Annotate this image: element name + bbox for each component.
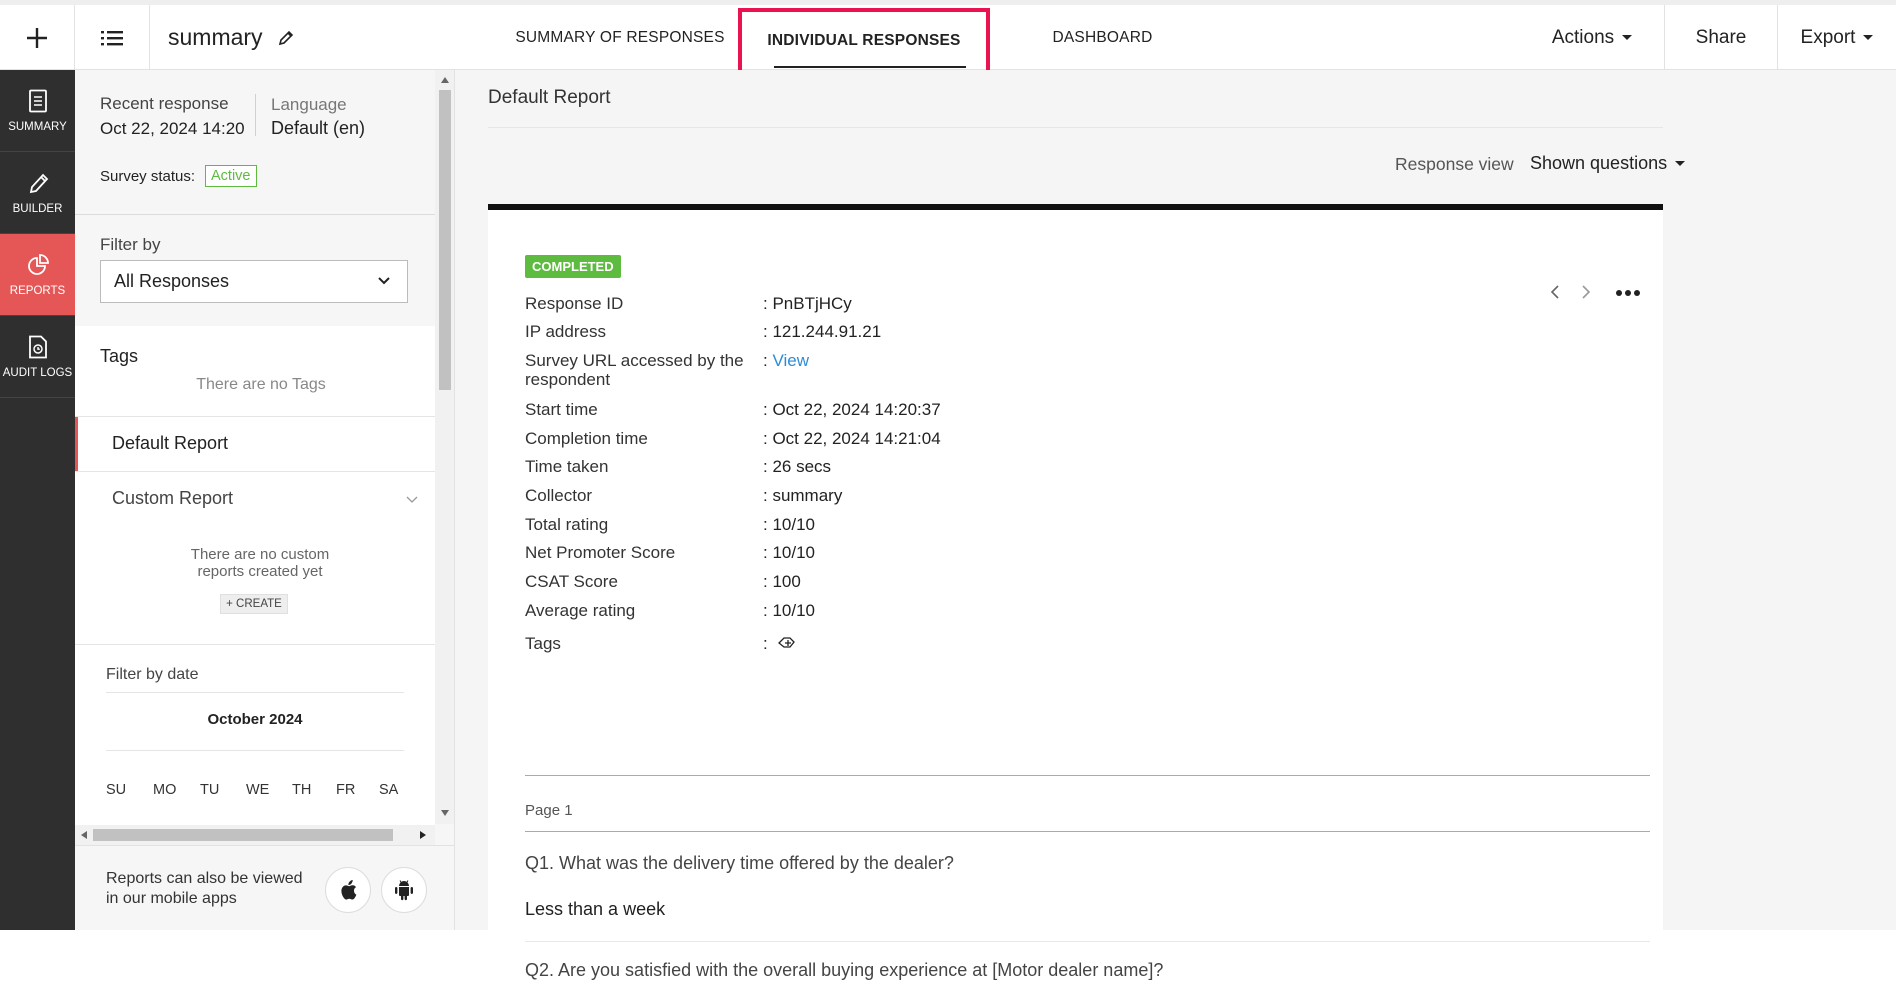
language-value: Default (en) (271, 118, 366, 138)
scroll-thumb[interactable] (439, 90, 451, 390)
divider (488, 127, 1663, 128)
document-icon (28, 89, 47, 112)
plus-icon (27, 27, 47, 48)
weekday: MO (153, 782, 177, 798)
page-divider-bottom (525, 831, 1650, 832)
actions-dropdown[interactable]: Actions (1520, 5, 1664, 70)
custom-report-toggle[interactable]: Custom Report (75, 472, 435, 524)
share-button[interactable]: Share (1664, 5, 1777, 70)
scroll-down-icon (441, 810, 449, 816)
survey-title: summary (168, 5, 295, 70)
mobile-apps-section: Reports can also be viewed in our mobile… (75, 845, 454, 930)
rail-item-reports[interactable]: REPORTS (0, 234, 75, 316)
android-app-button[interactable] (381, 867, 427, 913)
recent-response-value: Oct 22, 2024 14:20 (100, 119, 245, 138)
view-url-link[interactable]: View (772, 351, 809, 370)
left-nav-rail: SUMMARY BUILDER REPORTS AUDIT LOGS (0, 70, 75, 930)
divider (75, 644, 435, 645)
more-horizontal-icon (1616, 290, 1640, 296)
more-options-button[interactable] (1615, 284, 1641, 302)
rail-item-builder[interactable]: BUILDER (0, 152, 75, 234)
add-button[interactable] (0, 5, 75, 70)
android-icon (395, 880, 413, 901)
question-2: Q2. Are you satisfied with the overall b… (525, 960, 1164, 980)
add-tag-icon[interactable] (778, 635, 796, 651)
ios-app-button[interactable] (325, 867, 371, 913)
previous-response-button[interactable] (1550, 284, 1560, 305)
tab-summary-of-responses[interactable]: SUMMARY OF RESPONSES (505, 5, 735, 70)
pencil-icon (29, 173, 48, 193)
filter-select[interactable]: All Responses (100, 260, 408, 303)
divider (106, 750, 404, 751)
calendar-weekdays: SU MO TU WE TH FR SA (106, 782, 426, 798)
weekday: TU (200, 782, 220, 798)
page-label: Page 1 (525, 802, 573, 819)
scroll-up-icon (441, 77, 449, 83)
response-card: COMPLETED Response ID: PnBTjHCy IP addre… (488, 204, 1663, 980)
create-report-button[interactable]: + CREATE (220, 594, 288, 614)
scroll-right-icon (420, 831, 426, 839)
custom-empty-text: There are no custom reports created yet (190, 546, 330, 580)
survey-info: Recent response Oct 22, 2024 14:20 Langu… (75, 70, 435, 215)
language-label: Language (271, 95, 347, 114)
page-divider-top (525, 775, 1650, 776)
caret-down-icon (1675, 161, 1686, 166)
chevron-right-icon (1582, 285, 1591, 299)
report-item-default[interactable]: Default Report (75, 417, 435, 471)
recent-response-label: Recent response (100, 94, 229, 113)
divider (255, 94, 256, 136)
weekday: SA (379, 782, 399, 798)
menu-button[interactable] (75, 5, 150, 70)
weekday: WE (246, 782, 270, 798)
report-title: Default Report (488, 87, 611, 108)
status-badge: COMPLETED (525, 255, 621, 278)
horizontal-scrollbar[interactable] (75, 825, 435, 845)
main-content: Default Report Response view Shown quest… (455, 70, 1896, 980)
report-side-panel: Recent response Oct 22, 2024 14:20 Langu… (75, 70, 455, 930)
list-menu-icon (101, 30, 123, 45)
next-response-button[interactable] (1581, 284, 1591, 305)
audit-log-icon (28, 335, 47, 358)
export-dropdown[interactable]: Export (1777, 5, 1896, 70)
mobile-apps-text: Reports can also be viewed in our mobile… (106, 870, 303, 907)
chevron-down-icon (378, 277, 390, 285)
response-view-label: Response view (1395, 154, 1514, 174)
pie-chart-icon (27, 253, 49, 275)
weekday: SU (106, 782, 127, 798)
filter-by-label: Filter by (100, 235, 161, 254)
caret-down-icon (1863, 35, 1874, 40)
chevron-down-icon (406, 496, 418, 503)
rail-item-summary[interactable]: SUMMARY (0, 70, 75, 152)
caret-down-icon (1622, 35, 1633, 40)
status-badge: Active (205, 165, 257, 187)
divider (106, 692, 404, 693)
tags-title: Tags (100, 346, 139, 366)
weekday: TH (292, 782, 312, 798)
active-tab-underline (774, 66, 966, 68)
scroll-left-icon (81, 831, 87, 839)
survey-status-label: Survey status: (100, 168, 196, 185)
pencil-icon[interactable] (277, 29, 295, 47)
scroll-thumb[interactable] (93, 829, 393, 841)
tags-empty-text: There are no Tags (196, 376, 326, 393)
apple-icon (341, 880, 357, 900)
date-filter-label: Filter by date (106, 666, 199, 683)
divider (525, 941, 1650, 942)
response-view-dropdown[interactable]: Shown questions (1530, 153, 1686, 174)
question-1: Q1. What was the delivery time offered b… (525, 853, 954, 873)
tab-dashboard[interactable]: DASHBOARD (1020, 5, 1185, 70)
rail-item-audit-logs[interactable]: AUDIT LOGS (0, 316, 75, 398)
weekday: FR (336, 782, 356, 798)
chevron-left-icon (1550, 285, 1559, 299)
survey-title-text: summary (168, 24, 263, 50)
vertical-scrollbar[interactable] (435, 70, 454, 824)
tab-individual-responses[interactable]: INDIVIDUAL RESPONSES (738, 8, 990, 74)
calendar-month: October 2024 (207, 711, 303, 728)
answer-1: Less than a week (525, 899, 666, 919)
top-bar: summary SUMMARY OF RESPONSES INDIVIDUAL … (0, 0, 1896, 74)
